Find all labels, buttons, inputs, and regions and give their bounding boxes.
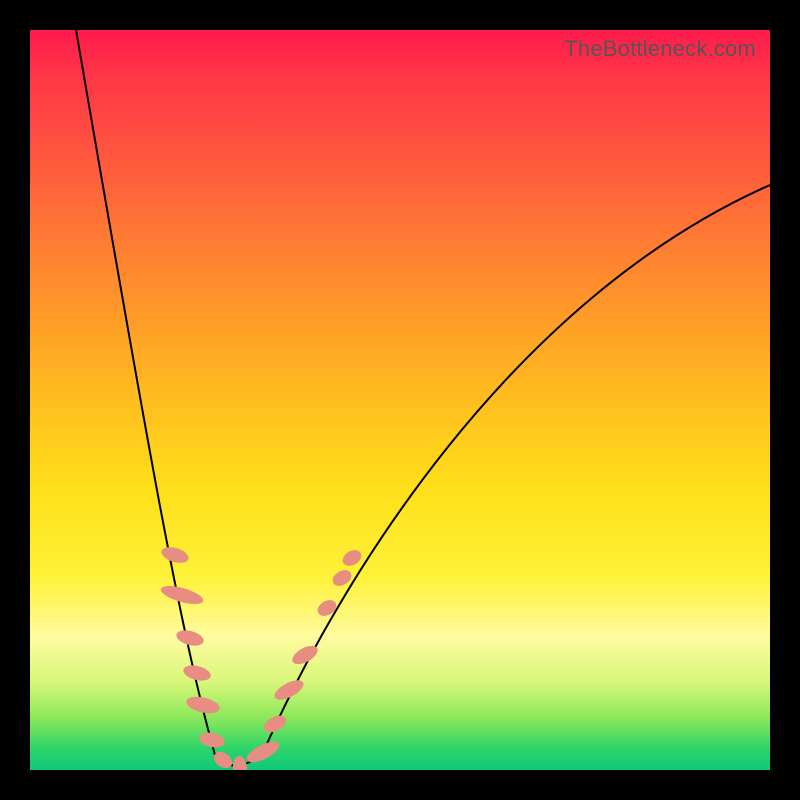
data-marker	[272, 676, 307, 703]
data-marker	[261, 712, 289, 736]
markers-group	[159, 544, 364, 770]
data-marker	[182, 663, 213, 683]
curve-path	[76, 30, 770, 765]
watermark-text: TheBottleneck.com	[564, 36, 756, 62]
chart-frame: TheBottleneck.com	[0, 0, 800, 800]
chart-svg	[30, 30, 770, 770]
data-marker	[160, 544, 191, 566]
data-marker	[159, 582, 205, 608]
data-marker	[175, 628, 206, 649]
plot-area: TheBottleneck.com	[30, 30, 770, 770]
data-marker	[340, 547, 364, 569]
data-marker	[232, 755, 248, 770]
data-marker	[198, 730, 226, 749]
data-marker	[315, 597, 339, 619]
